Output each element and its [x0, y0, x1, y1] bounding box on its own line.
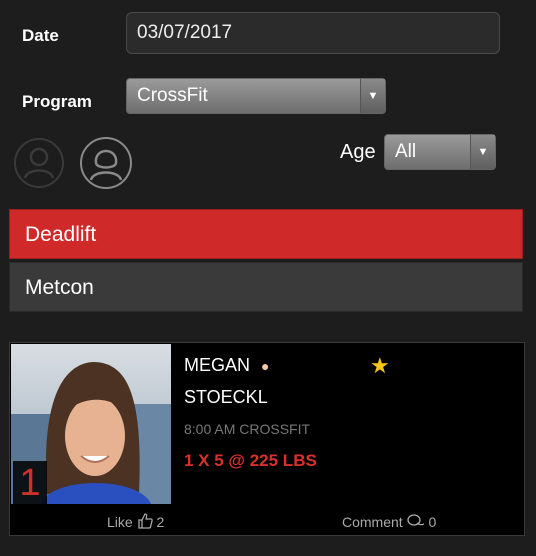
comment-label: Comment: [342, 514, 403, 530]
age-label: Age: [340, 141, 376, 163]
rank-badge: 1: [13, 461, 47, 504]
dropdown-arrow-icon: ▼: [470, 135, 495, 169]
tab-metcon[interactable]: Metcon: [9, 262, 523, 312]
person-emoji-icon: ●: [261, 358, 270, 374]
female-filter-icon[interactable]: [80, 137, 132, 189]
first-name-text: MEGAN: [184, 355, 251, 375]
like-button[interactable]: Like 2: [107, 513, 164, 532]
leaderboard-entry: 1 MEGAN ● STOECKL ★ 8:00 AM CROSSFIT 1 X…: [9, 342, 525, 536]
athlete-photo: 1: [11, 344, 171, 504]
lift-result: 1 X 5 @ 225 LBS: [184, 451, 317, 470]
athlete-first-name: MEGAN ●: [184, 355, 270, 376]
like-label: Like: [107, 514, 133, 530]
male-filter-icon[interactable]: [14, 138, 64, 188]
thumbs-up-icon: [137, 513, 153, 532]
comment-count: 0: [428, 514, 437, 530]
athlete-last-name: STOECKL: [184, 387, 268, 407]
age-select[interactable]: All ▼: [384, 134, 496, 170]
like-count: 2: [156, 514, 165, 530]
date-input[interactable]: 03/07/2017: [126, 12, 500, 54]
comment-button[interactable]: Comment 0: [342, 513, 436, 532]
program-select[interactable]: CrossFit ▼: [126, 78, 386, 114]
date-label: Date: [22, 26, 59, 45]
comment-icon: [406, 513, 425, 532]
age-select-value: All: [395, 141, 417, 162]
star-icon: ★: [370, 353, 390, 378]
dropdown-arrow-icon: ▼: [360, 79, 385, 113]
tab-deadlift[interactable]: Deadlift: [9, 209, 523, 259]
program-label: Program: [22, 92, 92, 111]
class-time: 8:00 AM CROSSFIT: [184, 421, 311, 437]
program-select-value: CrossFit: [137, 85, 208, 106]
